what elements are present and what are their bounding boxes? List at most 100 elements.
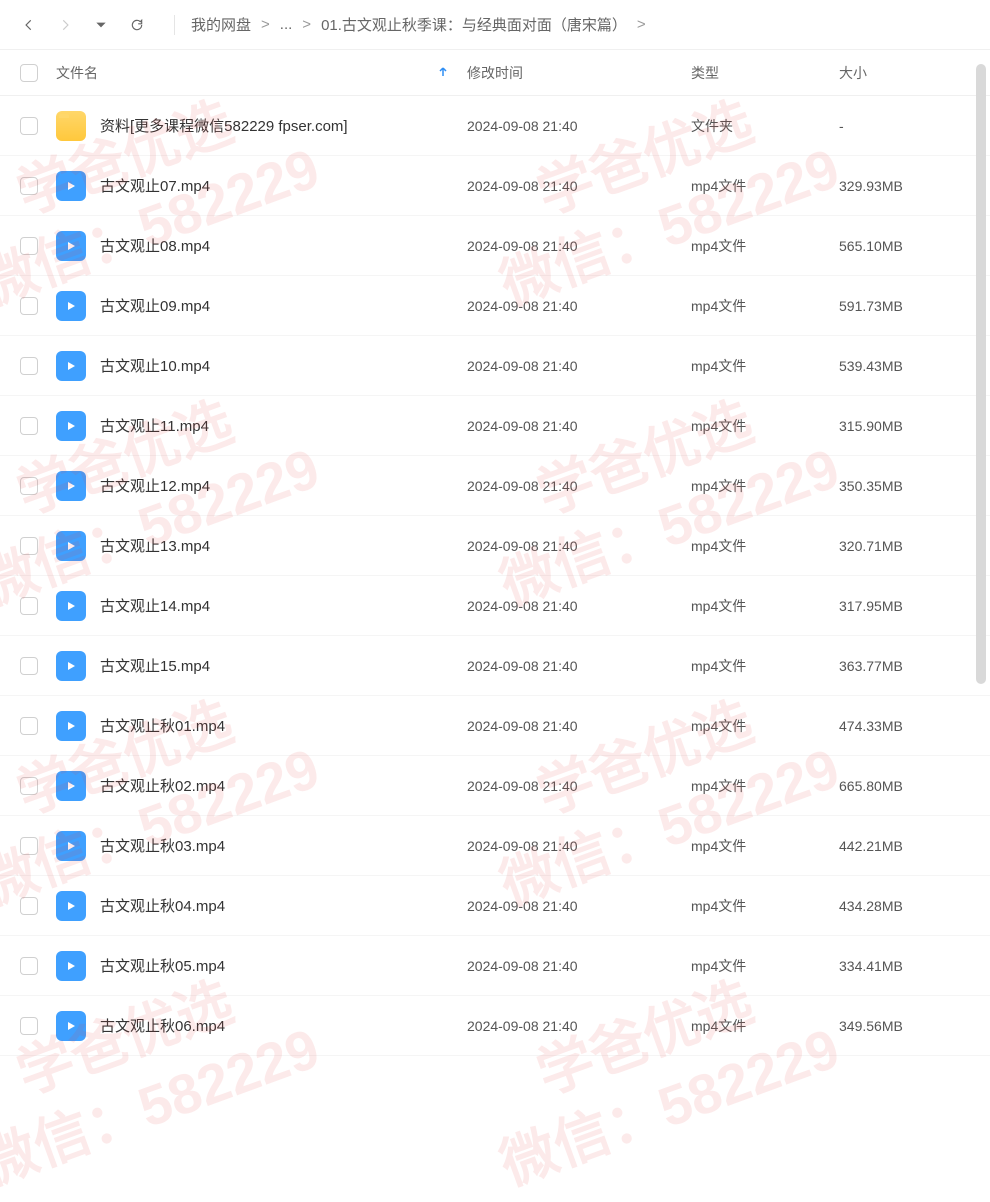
- file-name[interactable]: 古文观止秋06.mp4: [100, 1015, 225, 1036]
- file-time: 2024-09-08 21:40: [467, 598, 691, 614]
- file-type: mp4文件: [691, 896, 839, 916]
- file-row[interactable]: 古文观止13.mp42024-09-08 21:40mp4文件320.71MB: [0, 516, 990, 576]
- file-name[interactable]: 古文观止11.mp4: [100, 415, 209, 436]
- breadcrumb-sep: >: [257, 16, 274, 33]
- file-row[interactable]: 古文观止秋02.mp42024-09-08 21:40mp4文件665.80MB: [0, 756, 990, 816]
- file-name[interactable]: 古文观止秋02.mp4: [100, 775, 225, 796]
- refresh-button[interactable]: [128, 16, 146, 34]
- scrollbar-track[interactable]: [974, 60, 988, 1073]
- file-row[interactable]: 古文观止秋06.mp42024-09-08 21:40mp4文件349.56MB: [0, 996, 990, 1056]
- file-type: mp4文件: [691, 656, 839, 676]
- file-time: 2024-09-08 21:40: [467, 658, 691, 674]
- breadcrumb-current[interactable]: 01.古文观止秋季课：与经典面对面（唐宋篇）: [321, 14, 627, 35]
- file-row[interactable]: 古文观止秋05.mp42024-09-08 21:40mp4文件334.41MB: [0, 936, 990, 996]
- file-name[interactable]: 古文观止10.mp4: [100, 355, 210, 376]
- file-name[interactable]: 古文观止秋05.mp4: [100, 955, 225, 976]
- video-file-icon: [56, 471, 86, 501]
- file-name[interactable]: 古文观止15.mp4: [100, 655, 210, 676]
- row-checkbox[interactable]: [20, 897, 38, 915]
- col-size-header[interactable]: 大小: [839, 63, 990, 83]
- col-size-label: 大小: [839, 65, 867, 81]
- file-type: mp4文件: [691, 356, 839, 376]
- col-type-header[interactable]: 类型: [691, 63, 839, 83]
- row-checkbox[interactable]: [20, 417, 38, 435]
- file-row[interactable]: 资料[更多课程微信582229 fpser.com]2024-09-08 21:…: [0, 96, 990, 156]
- nav-icons: [20, 16, 146, 34]
- file-row[interactable]: 古文观止秋04.mp42024-09-08 21:40mp4文件434.28MB: [0, 876, 990, 936]
- file-row[interactable]: 古文观止08.mp42024-09-08 21:40mp4文件565.10MB: [0, 216, 990, 276]
- file-row[interactable]: 古文观止15.mp42024-09-08 21:40mp4文件363.77MB: [0, 636, 990, 696]
- col-check: [20, 64, 56, 82]
- file-name[interactable]: 古文观止08.mp4: [100, 235, 210, 256]
- row-checkbox[interactable]: [20, 237, 38, 255]
- col-check: [20, 777, 56, 795]
- file-time: 2024-09-08 21:40: [467, 538, 691, 554]
- file-name[interactable]: 古文观止13.mp4: [100, 535, 210, 556]
- file-time: 2024-09-08 21:40: [467, 1018, 691, 1034]
- row-checkbox[interactable]: [20, 777, 38, 795]
- row-checkbox[interactable]: [20, 177, 38, 195]
- video-file-icon: [56, 891, 86, 921]
- col-name: 古文观止秋02.mp4: [56, 771, 467, 801]
- file-time: 2024-09-08 21:40: [467, 838, 691, 854]
- file-size: 329.93MB: [839, 178, 990, 194]
- file-type: mp4文件: [691, 536, 839, 556]
- file-name[interactable]: 古文观止07.mp4: [100, 175, 210, 196]
- file-name[interactable]: 资料[更多课程微信582229 fpser.com]: [100, 115, 348, 136]
- file-name[interactable]: 古文观止秋04.mp4: [100, 895, 225, 916]
- back-button[interactable]: [20, 16, 38, 34]
- video-file-icon: [56, 1011, 86, 1041]
- col-time-header[interactable]: 修改时间: [467, 63, 691, 83]
- file-size: 539.43MB: [839, 358, 990, 374]
- file-row[interactable]: 古文观止11.mp42024-09-08 21:40mp4文件315.90MB: [0, 396, 990, 456]
- select-all-checkbox[interactable]: [20, 64, 38, 82]
- file-row[interactable]: 古文观止10.mp42024-09-08 21:40mp4文件539.43MB: [0, 336, 990, 396]
- breadcrumb-root[interactable]: 我的网盘: [191, 14, 251, 35]
- col-name: 古文观止秋06.mp4: [56, 1011, 467, 1041]
- col-name: 古文观止12.mp4: [56, 471, 467, 501]
- video-file-icon: [56, 351, 86, 381]
- scrollbar-thumb[interactable]: [976, 64, 986, 684]
- row-checkbox[interactable]: [20, 657, 38, 675]
- col-check: [20, 717, 56, 735]
- col-check: [20, 657, 56, 675]
- row-checkbox[interactable]: [20, 537, 38, 555]
- col-check: [20, 837, 56, 855]
- divider: [174, 15, 175, 35]
- file-name[interactable]: 古文观止秋03.mp4: [100, 835, 225, 856]
- file-row[interactable]: 古文观止秋01.mp42024-09-08 21:40mp4文件474.33MB: [0, 696, 990, 756]
- row-checkbox[interactable]: [20, 357, 38, 375]
- file-name[interactable]: 古文观止秋01.mp4: [100, 715, 225, 736]
- file-size: 565.10MB: [839, 238, 990, 254]
- row-checkbox[interactable]: [20, 957, 38, 975]
- row-checkbox[interactable]: [20, 117, 38, 135]
- file-name[interactable]: 古文观止12.mp4: [100, 475, 210, 496]
- file-type: mp4文件: [691, 716, 839, 736]
- file-row[interactable]: 古文观止14.mp42024-09-08 21:40mp4文件317.95MB: [0, 576, 990, 636]
- row-checkbox[interactable]: [20, 297, 38, 315]
- breadcrumb-ellipsis[interactable]: ...: [280, 16, 293, 33]
- file-time: 2024-09-08 21:40: [467, 298, 691, 314]
- file-row[interactable]: 古文观止12.mp42024-09-08 21:40mp4文件350.35MB: [0, 456, 990, 516]
- col-name-header[interactable]: 文件名: [56, 63, 467, 83]
- row-checkbox[interactable]: [20, 1017, 38, 1035]
- col-check: [20, 357, 56, 375]
- chevron-right-icon: [58, 18, 72, 32]
- file-row[interactable]: 古文观止秋03.mp42024-09-08 21:40mp4文件442.21MB: [0, 816, 990, 876]
- col-check: [20, 237, 56, 255]
- video-file-icon: [56, 951, 86, 981]
- forward-button[interactable]: [56, 16, 74, 34]
- row-checkbox[interactable]: [20, 477, 38, 495]
- file-type: mp4文件: [691, 236, 839, 256]
- row-checkbox[interactable]: [20, 837, 38, 855]
- file-name[interactable]: 古文观止14.mp4: [100, 595, 210, 616]
- col-check: [20, 117, 56, 135]
- file-size: 317.95MB: [839, 598, 990, 614]
- file-name[interactable]: 古文观止09.mp4: [100, 295, 210, 316]
- row-checkbox[interactable]: [20, 717, 38, 735]
- col-check: [20, 597, 56, 615]
- file-row[interactable]: 古文观止09.mp42024-09-08 21:40mp4文件591.73MB: [0, 276, 990, 336]
- file-row[interactable]: 古文观止07.mp42024-09-08 21:40mp4文件329.93MB: [0, 156, 990, 216]
- history-dropdown[interactable]: [92, 16, 110, 34]
- row-checkbox[interactable]: [20, 597, 38, 615]
